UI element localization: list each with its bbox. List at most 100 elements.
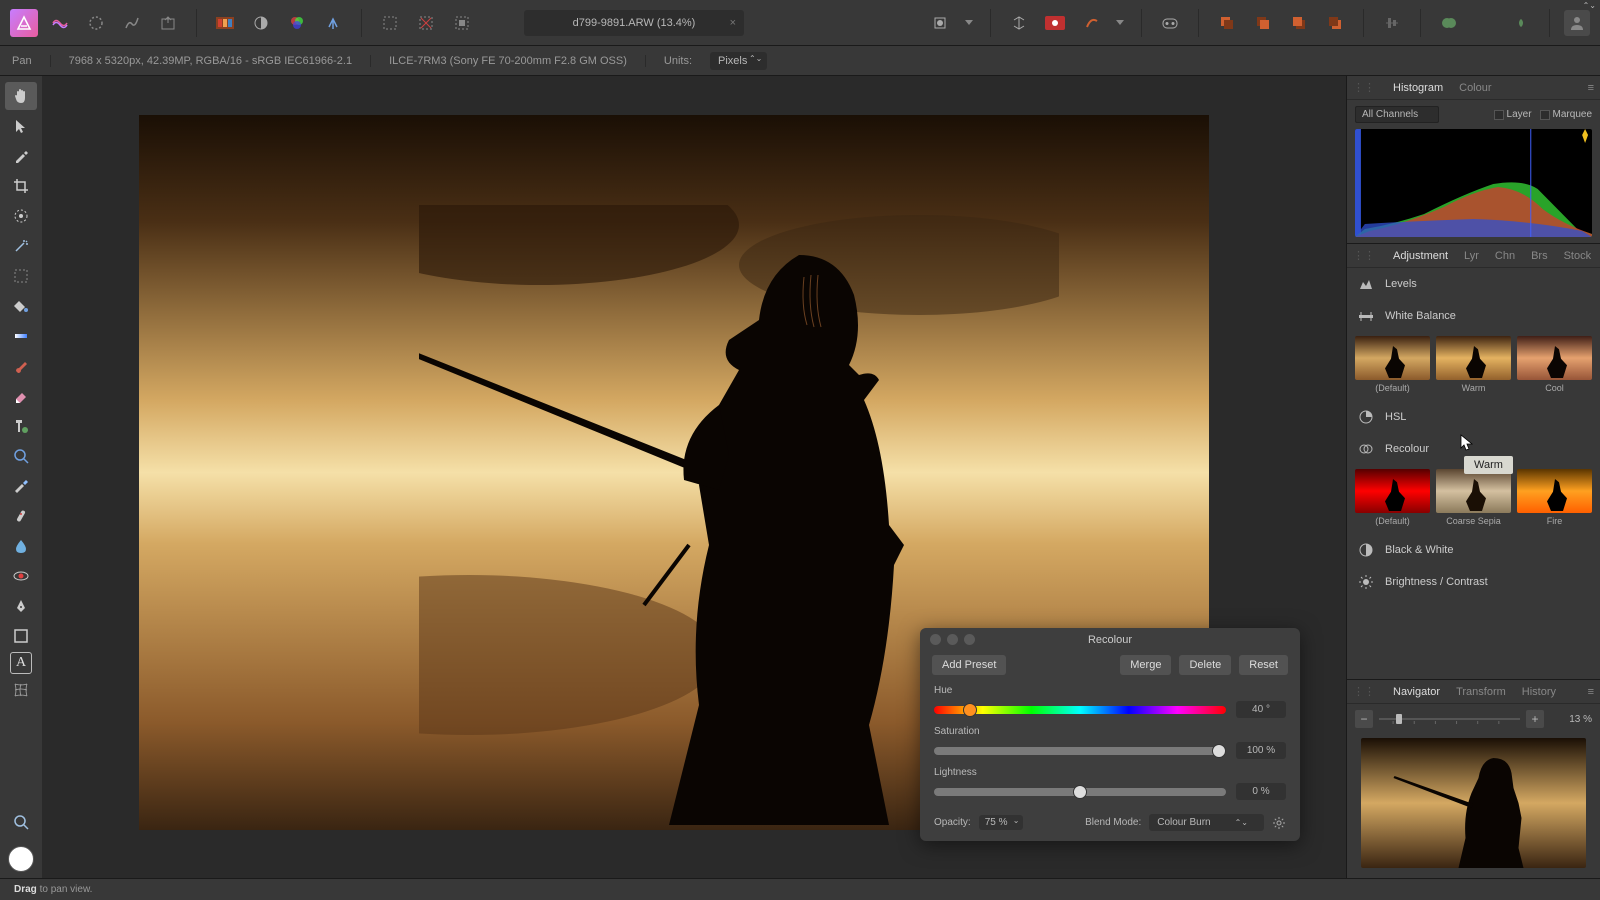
window-minimize-icon[interactable] [947,634,958,645]
saturation-slider[interactable] [934,747,1226,755]
adjustment-black-white[interactable]: Black & White [1347,534,1600,566]
snap-icon[interactable] [1005,9,1033,37]
quickmask-icon[interactable] [926,9,954,37]
zoom-in-button[interactable]: + [1526,710,1544,728]
units-select[interactable]: Pixels ⌃⌄ [710,52,767,70]
panel-menu-icon[interactable]: ≡ [1588,82,1594,94]
auto-wb-icon[interactable] [319,9,347,37]
align-icon[interactable] [1378,9,1406,37]
selection-all-icon[interactable] [376,9,404,37]
blend-mode-select[interactable]: Colour Burn⌃⌄ [1149,814,1264,831]
tab-colour[interactable]: Colour [1457,78,1493,98]
mesh-warp-tool[interactable] [5,676,37,704]
window-zoom-icon[interactable] [964,634,975,645]
wb-preset-warm[interactable]: Warm [1436,336,1511,393]
adjustment-hsl[interactable]: HSL [1347,401,1600,433]
foreground-colour-swatch[interactable] [8,846,34,872]
saturation-value[interactable]: 100 % [1236,742,1286,759]
selection-brush-tool[interactable] [5,202,37,230]
add-preset-button[interactable]: Add Preset [932,655,1006,675]
gradient-tool[interactable] [5,322,37,350]
grip-icon[interactable]: ⋮⋮ [1353,81,1375,94]
document-title-bar[interactable]: d799-9891.ARW (13.4%) × [524,10,744,36]
lightness-value[interactable]: 0 % [1236,783,1286,800]
grip-icon[interactable]: ⋮⋮ [1353,685,1375,698]
pan-tool[interactable] [5,82,37,110]
panel-menu-icon[interactable]: ≡ [1588,686,1594,698]
zoom-tool[interactable] [5,808,37,836]
arrange-back-icon[interactable] [1213,9,1241,37]
channels-select[interactable]: All Channels ⌃⌄ [1355,106,1439,123]
arrange-front-icon[interactable] [1321,9,1349,37]
rc-preset-sepia[interactable]: Coarse Sepia [1436,469,1511,526]
persona-liquify-icon[interactable] [82,9,110,37]
delete-button[interactable]: Delete [1179,655,1231,675]
opacity-field[interactable]: 75 %⌄ [979,815,1024,830]
window-close-icon[interactable] [930,634,941,645]
adjustment-white-balance[interactable]: White Balance [1347,300,1600,332]
user-profile-icon[interactable] [1564,10,1590,36]
boolean-subtract-icon[interactable] [1471,9,1499,37]
zoom-out-button[interactable]: − [1355,710,1373,728]
adjustment-levels[interactable]: Levels [1347,268,1600,300]
force-pressure-icon[interactable] [1077,9,1105,37]
auto-colour-icon[interactable] [283,9,311,37]
crop-tool[interactable] [5,172,37,200]
tab-history[interactable]: History [1520,682,1558,702]
persona-export-icon[interactable] [154,9,182,37]
paint-brush-tool[interactable] [5,352,37,380]
erase-tool[interactable] [5,382,37,410]
hue-slider[interactable] [934,706,1226,714]
inpainting-tool[interactable] [5,472,37,500]
navigator-preview[interactable] [1361,738,1586,868]
reset-button[interactable]: Reset [1239,655,1288,675]
tab-navigator[interactable]: Navigator [1391,682,1442,702]
tab-transform[interactable]: Transform [1454,682,1508,702]
red-eye-tool[interactable] [5,562,37,590]
tab-stock[interactable]: Stock [1562,246,1594,266]
close-document-icon[interactable]: × [730,17,736,29]
rectangle-tool[interactable] [5,622,37,650]
hue-value[interactable]: 40 ° [1236,701,1286,718]
arrange-backward-icon[interactable] [1249,9,1277,37]
tab-brushes[interactable]: Brs [1529,246,1550,266]
pen-tool[interactable] [5,592,37,620]
assistant-icon[interactable] [1156,9,1184,37]
marquee-checkbox[interactable]: Marquee [1540,109,1592,120]
magic-wand-tool[interactable] [5,232,37,260]
boolean-add-icon[interactable] [1435,9,1463,37]
zoom-slider[interactable] [1379,713,1520,725]
layer-checkbox[interactable]: Layer [1494,109,1532,120]
merge-button[interactable]: Merge [1120,655,1171,675]
tab-channels[interactable]: Chn [1493,246,1517,266]
clone-tool[interactable] [5,412,37,440]
swatch-icon[interactable] [211,9,239,37]
auto-contrast-icon[interactable] [247,9,275,37]
wb-preset-cool[interactable]: Cool [1517,336,1592,393]
tab-adjustment[interactable]: Adjustment [1391,246,1450,266]
persona-photo-icon[interactable] [46,9,74,37]
dropdown-icon[interactable] [962,9,976,37]
dialog-titlebar[interactable]: Recolour [920,628,1300,651]
healing-brush-tool[interactable] [5,502,37,530]
text-tool[interactable]: A [10,652,32,674]
colour-picker-tool[interactable] [5,142,37,170]
flood-fill-tool[interactable] [5,292,37,320]
persona-develop-icon[interactable] [118,9,146,37]
dodge-tool[interactable] [5,442,37,470]
zoom-value[interactable]: 13 % [1550,714,1592,725]
adjustment-brightness-contrast[interactable]: Brightness / Contrast [1347,566,1600,598]
tab-layers[interactable]: Lyr [1462,246,1481,266]
assist-record-icon[interactable] [1041,9,1069,37]
marquee-tool[interactable] [5,262,37,290]
wb-preset-default[interactable]: (Default) [1355,336,1430,393]
boolean-intersect-icon[interactable] [1507,9,1535,37]
rc-preset-default[interactable]: (Default) [1355,469,1430,526]
selection-invert-icon[interactable] [448,9,476,37]
gear-icon[interactable] [1272,816,1286,830]
move-tool[interactable] [5,112,37,140]
tab-histogram[interactable]: Histogram [1391,78,1445,98]
selection-none-icon[interactable] [412,9,440,37]
grip-icon[interactable]: ⋮⋮ [1353,249,1375,262]
rc-preset-fire[interactable]: Fire [1517,469,1592,526]
